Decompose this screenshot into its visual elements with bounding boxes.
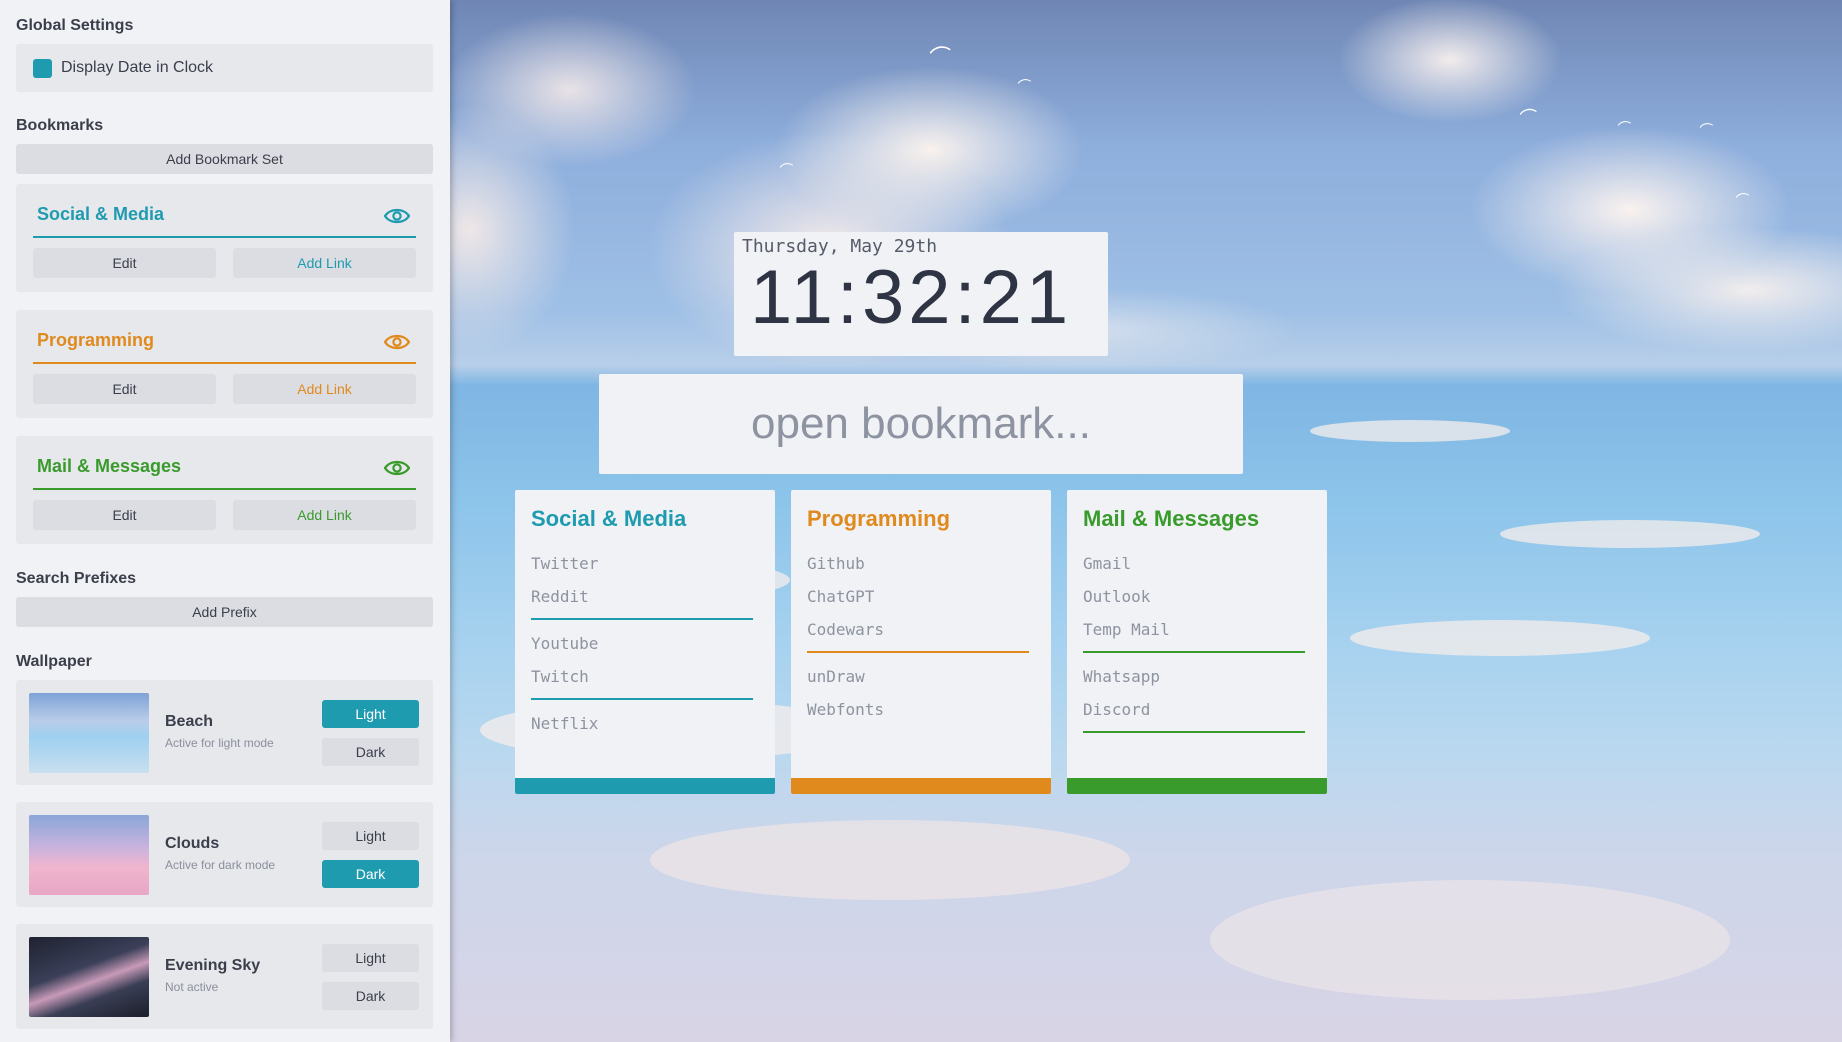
light-button[interactable]: Light [322,822,419,850]
search-prefixes-heading: Search Prefixes [16,570,137,587]
clock-widget: Thursday, May 29th 11:32:21 [734,232,1108,356]
bird-icon: ⌒ [928,43,955,72]
group-divider [1083,651,1305,653]
bookmark-link[interactable]: Codewars [807,620,884,639]
wallpaper-name: Clouds [165,835,220,852]
wallpaper-status: Not active [165,980,219,994]
card-title: Programming [807,506,951,531]
eye-icon[interactable] [384,457,410,479]
clock-time: 11:32:21 [750,255,1073,340]
bookmark-card-mail-messages: Mail & Messages Gmail Outlook Temp Mail … [1067,490,1327,794]
bookmark-link[interactable]: Webfonts [807,700,884,719]
bird-icon: ⌒ [1016,76,1034,96]
bookmark-link[interactable]: Twitch [531,667,589,686]
edit-button[interactable]: Edit [33,374,216,404]
bookmark-link[interactable]: Netflix [531,714,598,733]
global-settings-heading: Global Settings [16,17,134,34]
settings-sidebar: Global Settings Display Date in Clock Bo… [0,0,450,1042]
bookmark-link[interactable]: ChatGPT [807,587,874,606]
card-accent-bar [1067,778,1327,794]
set-title: Mail & Messages [37,456,182,476]
add-link-button[interactable]: Add Link [233,248,416,278]
bookmark-link[interactable]: Twitter [531,554,598,573]
dark-button[interactable]: Dark [322,860,419,888]
bookmark-link[interactable]: Gmail [1083,554,1131,573]
wallpaper-heading: Wallpaper [16,653,92,670]
eye-icon[interactable] [384,331,410,353]
bookmark-card-programming: Programming Github ChatGPT Codewars unDr… [791,490,1051,794]
set-title: Social & Media [37,204,165,224]
bookmark-search-box [599,374,1243,474]
bird-icon: ⌒ [1518,106,1540,130]
wallpaper-status: Active for dark mode [165,858,276,872]
bird-icon: ⌒ [1616,118,1634,138]
bookmark-link[interactable]: Discord [1083,700,1150,719]
light-button[interactable]: Light [322,700,419,728]
wallpaper-status: Active for light mode [165,736,274,750]
bookmark-link[interactable]: unDraw [807,667,865,686]
wallpaper-thumbnail[interactable] [29,693,149,773]
wallpaper-name: Beach [165,713,214,730]
dark-button[interactable]: Dark [322,738,419,766]
card-accent-bar [515,778,775,794]
group-divider [1083,731,1305,733]
dark-button[interactable]: Dark [322,982,419,1010]
bird-icon: ⌒ [778,160,796,180]
display-date-label: Display Date in Clock [61,59,214,76]
bookmark-link[interactable]: Whatsapp [1083,667,1160,686]
wallpaper-item-evening-sky: Evening Sky Not active Light Dark [16,924,433,1029]
edit-button[interactable]: Edit [33,500,216,530]
set-divider [33,236,416,238]
bookmark-set-programming: Programming Edit Add Link [16,310,433,418]
add-link-button[interactable]: Add Link [233,500,416,530]
wallpaper-thumbnail[interactable] [29,937,149,1017]
bookmarks-heading: Bookmarks [16,117,104,134]
add-bookmark-set-button[interactable]: Add Bookmark Set [16,144,433,174]
group-divider [807,651,1029,653]
add-prefix-button[interactable]: Add Prefix [16,597,433,627]
edit-button[interactable]: Edit [33,248,216,278]
set-title: Programming [37,330,155,350]
group-divider [531,698,753,700]
card-title: Social & Media [531,506,687,531]
group-divider [531,618,753,620]
bookmark-search-input[interactable] [599,398,1243,450]
bird-icon: ⌒ [1734,190,1752,210]
bookmark-link[interactable]: Temp Mail [1083,620,1170,639]
wallpaper-thumbnail[interactable] [29,815,149,895]
wallpaper-name: Evening Sky [165,957,261,974]
bookmark-link[interactable]: Outlook [1083,587,1150,606]
wallpaper-item-beach: Beach Active for light mode Light Dark [16,680,433,785]
set-divider [33,362,416,364]
add-link-button[interactable]: Add Link [233,374,416,404]
bookmark-set-mail-messages: Mail & Messages Edit Add Link [16,436,433,544]
display-date-option[interactable]: Display Date in Clock [16,44,433,92]
display-date-checkbox[interactable] [33,59,52,78]
wallpaper-item-clouds: Clouds Active for dark mode Light Dark [16,802,433,907]
bookmark-set-social-media: Social & Media Edit Add Link [16,184,433,292]
card-accent-bar [791,778,1051,794]
bookmark-link[interactable]: Youtube [531,634,598,653]
bookmark-card-social-media: Social & Media Twitter Reddit Youtube Tw… [515,490,775,794]
eye-icon[interactable] [384,205,410,227]
set-divider [33,488,416,490]
bird-icon: ⌒ [1698,120,1716,140]
card-title: Mail & Messages [1083,506,1260,531]
bookmark-link[interactable]: Github [807,554,865,573]
bookmark-link[interactable]: Reddit [531,587,589,606]
light-button[interactable]: Light [322,944,419,972]
